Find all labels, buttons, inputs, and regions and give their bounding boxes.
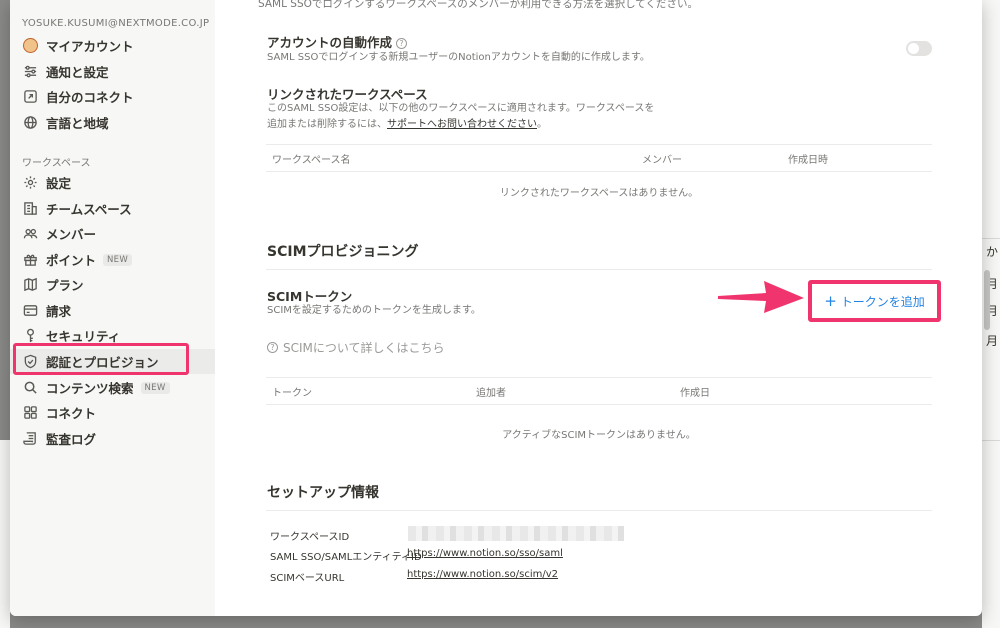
- sidebar-section-workspace: ワークスペース: [22, 158, 91, 169]
- sidebar-item-label: コンテンツ検索: [46, 381, 134, 396]
- sidebar-item-label: 自分のコネクト: [46, 90, 134, 105]
- settings-modal: YOSUKE.KUSUMI@NEXTMODE.CO.JP マイアカウント 通知と…: [10, 0, 982, 616]
- sidebar-item-members[interactable]: メンバー: [10, 221, 215, 246]
- gear-icon: [22, 175, 38, 191]
- avatar-icon: [22, 38, 38, 54]
- gift-icon: [22, 252, 38, 268]
- saml-entity-id-label: SAML SSO/SAMLエンティティID: [270, 552, 422, 563]
- saml-entity-id-value[interactable]: https://www.notion.so/sso/saml: [407, 548, 563, 559]
- column-header-created: 作成日: [680, 388, 710, 399]
- sidebar-item-my-account[interactable]: マイアカウント: [10, 33, 215, 58]
- scroll-icon: [22, 431, 38, 447]
- sidebar-item-label: 通知と設定: [46, 65, 109, 80]
- description-line: 追加または削除するには、サポートへお問い合わせください。: [267, 117, 707, 133]
- description-text: 追加または削除するには、: [267, 119, 387, 130]
- sidebar-item-label: メンバー: [46, 227, 97, 242]
- account-email: YOSUKE.KUSUMI@NEXTMODE.CO.JP: [22, 18, 210, 29]
- column-header-members: メンバー: [642, 155, 682, 166]
- background-scrollbar[interactable]: [984, 270, 990, 330]
- section-divider: [266, 510, 932, 511]
- scim-help-link[interactable]: ? SCIMについて詳しくはこちら: [267, 339, 445, 356]
- background-divider: [982, 238, 1000, 239]
- setup-info-title: セットアップ情報: [267, 485, 379, 501]
- add-token-label: トークンを追加: [840, 294, 925, 309]
- auto-create-toggle[interactable]: [906, 41, 932, 56]
- scim-base-url-value[interactable]: https://www.notion.so/scim/v2: [407, 569, 558, 580]
- table-divider: [266, 171, 932, 172]
- background-text: か: [985, 245, 998, 259]
- search-icon: [22, 380, 38, 396]
- scim-token-description: SCIMを設定するためのトークンを生成します。: [267, 305, 481, 316]
- sidebar-item-billing[interactable]: 請求: [10, 298, 215, 323]
- credit-card-icon: [22, 303, 38, 319]
- sidebar-item-label: プラン: [46, 278, 84, 293]
- column-header-token: トークン: [272, 388, 312, 399]
- description-text: 。: [537, 119, 547, 130]
- scim-base-url-label: SCIMベースURL: [270, 573, 345, 584]
- sidebar-item-label: 言語と地域: [46, 116, 109, 131]
- grid-icon: [22, 405, 38, 421]
- new-badge: NEW: [140, 381, 170, 394]
- add-token-button[interactable]: + トークンを追加: [808, 280, 941, 322]
- sidebar-item-my-connections[interactable]: 自分のコネクト: [10, 84, 215, 109]
- help-icon: ?: [267, 342, 278, 353]
- background-divider: [982, 440, 1000, 441]
- column-header-created: 作成日時: [788, 155, 828, 166]
- sidebar-item-label: ポイント: [46, 253, 97, 268]
- sidebar-item-label: 監査ログ: [46, 432, 97, 447]
- sidebar-item-settings[interactable]: 設定: [10, 170, 215, 195]
- sidebar-item-audit-log[interactable]: 監査ログ: [10, 426, 215, 451]
- sidebar-item-points[interactable]: ポイント NEW: [10, 247, 215, 272]
- description-line: このSAML SSO設定は、以下の他のワークスペースに適用されます。ワークスペー…: [267, 103, 655, 114]
- new-badge: NEW: [103, 253, 133, 266]
- scim-help-text: SCIMについて詳しくはこちら: [283, 341, 445, 355]
- scim-tokens-empty: アクティブなSCIMトークンはありません。: [502, 430, 696, 441]
- sidebar-item-label: 設定: [46, 176, 72, 191]
- people-icon: [22, 226, 38, 242]
- background-app-edge: [0, 440, 10, 628]
- linked-workspaces-empty: リンクされたワークスペースはありません。: [499, 188, 699, 199]
- auto-create-title-text: アカウントの自動作成: [267, 35, 393, 50]
- cut-off-description: SAML SSOでログインするワークスペースのメンバーが利用できる方法を選択して…: [258, 0, 698, 10]
- help-icon[interactable]: ?: [396, 38, 408, 49]
- globe-icon: [22, 115, 38, 131]
- section-divider: [266, 269, 932, 270]
- workspace-id-value-redacted: [408, 526, 624, 541]
- map-icon: [22, 277, 38, 293]
- sidebar-item-plans[interactable]: プラン: [10, 272, 215, 297]
- auto-create-title: アカウントの自動作成?: [267, 32, 408, 51]
- table-divider: [266, 144, 932, 145]
- table-divider: [266, 377, 932, 378]
- sidebar-item-content-search[interactable]: コンテンツ検索 NEW: [10, 375, 215, 400]
- sidebar-item-teamspaces[interactable]: チームスペース: [10, 196, 215, 221]
- scim-section-title: SCIMプロビジョニング: [267, 244, 419, 260]
- sliders-icon: [22, 64, 38, 80]
- sidebar-item-language[interactable]: 言語と地域: [10, 110, 215, 135]
- auto-create-description: SAML SSOでログインする新規ユーザーのNotionアカウントを自動的に作成…: [267, 52, 650, 63]
- linked-workspaces-description: このSAML SSO設定は、以下の他のワークスペースに適用されます。ワークスペー…: [267, 101, 707, 133]
- sidebar-item-label: コネクト: [46, 406, 97, 421]
- highlight-box-sidebar: [13, 343, 189, 375]
- sidebar-item-connections[interactable]: コネクト: [10, 400, 215, 425]
- table-divider: [266, 404, 932, 405]
- toggle-knob: [908, 43, 919, 54]
- settings-sidebar: YOSUKE.KUSUMI@NEXTMODE.CO.JP マイアカウント 通知と…: [10, 0, 215, 616]
- link-box-icon: [22, 89, 38, 105]
- workspace-id-label: ワークスペースID: [270, 532, 350, 543]
- key-icon: [22, 328, 38, 344]
- building-icon: [22, 201, 38, 217]
- pointer-arrow: [718, 281, 804, 313]
- sidebar-item-label: 請求: [46, 304, 72, 319]
- sidebar-item-label: チームスペース: [46, 202, 132, 217]
- background-text: 月: [985, 334, 998, 348]
- column-header-workspace-name: ワークスペース名: [272, 155, 351, 166]
- sidebar-item-label: マイアカウント: [46, 39, 134, 54]
- plus-icon: +: [824, 292, 837, 310]
- contact-support-link[interactable]: サポートへお問い合わせください: [387, 119, 537, 130]
- column-header-added-by: 追加者: [476, 388, 506, 399]
- sidebar-item-notifications[interactable]: 通知と設定: [10, 59, 215, 84]
